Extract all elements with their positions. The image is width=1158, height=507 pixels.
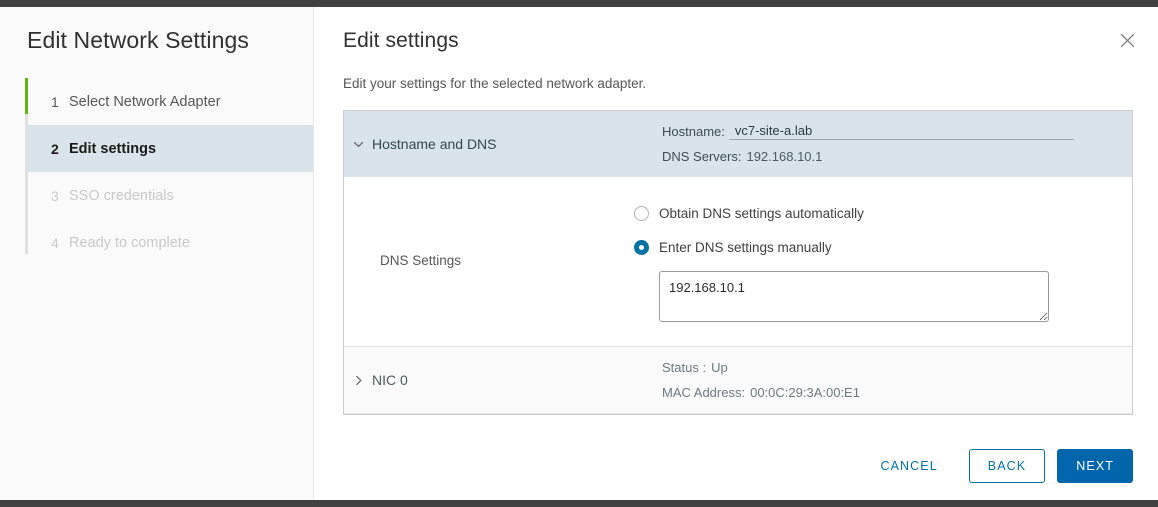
dns-servers-summary-row: DNS Servers: 192.168.10.1 — [662, 144, 1074, 169]
sidebar-step-select-network-adapter[interactable]: 1 Select Network Adapter — [25, 78, 313, 125]
step-label: Ready to complete — [69, 234, 190, 251]
accordion-header-hostname-and-dns[interactable]: Hostname and DNS Hostname: DNS Servers: … — [344, 111, 1132, 177]
page-subtitle: Edit your settings for the selected netw… — [343, 76, 647, 91]
back-button[interactable]: BACK — [968, 449, 1046, 483]
step-label: Edit settings — [69, 140, 157, 157]
chevron-right-icon[interactable] — [344, 375, 372, 386]
step-label: SSO credentials — [69, 187, 174, 204]
chevron-down-icon[interactable] — [344, 139, 372, 150]
dns-servers-label: DNS Servers: — [662, 149, 742, 164]
step-number: 3 — [51, 187, 59, 204]
wizard-content: Edit settings Edit your settings for the… — [314, 7, 1158, 500]
sidebar-step-edit-settings[interactable]: 2 Edit settings — [25, 125, 313, 172]
accordion-label-nic-0: NIC 0 — [372, 372, 408, 388]
hostname-summary-row: Hostname: — [662, 119, 1074, 144]
nic-mac-value: 00:0C:29:3A:00:E1 — [750, 385, 860, 400]
radio-icon-selected — [634, 239, 649, 255]
radio-label: Obtain DNS settings automatically — [659, 205, 864, 221]
window-top-chrome — [0, 0, 1158, 7]
dns-settings-label: DNS Settings — [380, 253, 462, 268]
radio-obtain-dns-automatically[interactable]: Obtain DNS settings automatically — [634, 199, 1132, 227]
wizard-title: Edit Network Settings — [27, 27, 249, 53]
next-button[interactable]: NEXT — [1057, 449, 1133, 483]
cancel-button[interactable]: CANCEL — [861, 449, 956, 483]
step-number: 4 — [51, 234, 59, 251]
wizard-footer: CANCEL BACK NEXT — [861, 449, 1133, 483]
settings-accordion: Hostname and DNS Hostname: DNS Servers: … — [343, 110, 1133, 415]
step-rail-completed — [25, 78, 28, 114]
hostname-label: Hostname: — [662, 124, 725, 139]
wizard-step-list: 1 Select Network Adapter 2 Edit settings… — [0, 78, 313, 266]
radio-label: Enter DNS settings manually — [659, 239, 832, 255]
sidebar-step-ready-to-complete[interactable]: 4 Ready to complete — [25, 219, 313, 266]
nic-mac-label: MAC Address: — [662, 385, 746, 400]
step-number: 2 — [51, 140, 59, 157]
accordion-summary-hostname-and-dns: Hostname: DNS Servers: 192.168.10.1 — [662, 119, 1074, 169]
wizard-sidebar: Edit Network Settings 1 Select Network A… — [0, 7, 314, 500]
page-title: Edit settings — [343, 29, 459, 52]
accordion-header-nic-0[interactable]: NIC 0 Status : Up MAC Address: 00:0C:29:… — [344, 346, 1132, 414]
accordion-label-hostname-and-dns: Hostname and DNS — [372, 136, 497, 152]
step-label: Select Network Adapter — [69, 93, 221, 110]
screenshot-root: Edit Network Settings 1 Select Network A… — [0, 0, 1158, 507]
nic-mac-row: MAC Address: 00:0C:29:3A:00:E1 — [662, 380, 860, 405]
dns-settings-fields: Obtain DNS settings automatically Enter … — [634, 199, 1132, 322]
radio-icon-unselected — [634, 205, 649, 221]
dns-settings-panel: DNS Settings Obtain DNS settings automat… — [344, 177, 1132, 346]
nic-status-value: Up — [711, 360, 728, 375]
dns-servers-input[interactable] — [659, 271, 1049, 322]
edit-network-settings-modal: Edit Network Settings 1 Select Network A… — [0, 7, 1158, 500]
hostname-input[interactable] — [728, 123, 1074, 140]
step-number: 1 — [51, 93, 59, 110]
accordion-summary-nic-0: Status : Up MAC Address: 00:0C:29:3A:00:… — [662, 355, 860, 405]
dns-servers-value: 192.168.10.1 — [746, 149, 823, 164]
window-bottom-chrome — [0, 500, 1158, 507]
sidebar-step-sso-credentials[interactable]: 3 SSO credentials — [25, 172, 313, 219]
radio-enter-dns-manually[interactable]: Enter DNS settings manually — [634, 233, 1132, 261]
nic-status-label: Status : — [662, 360, 707, 375]
nic-status-row: Status : Up — [662, 355, 860, 380]
close-icon[interactable] — [1114, 27, 1140, 53]
